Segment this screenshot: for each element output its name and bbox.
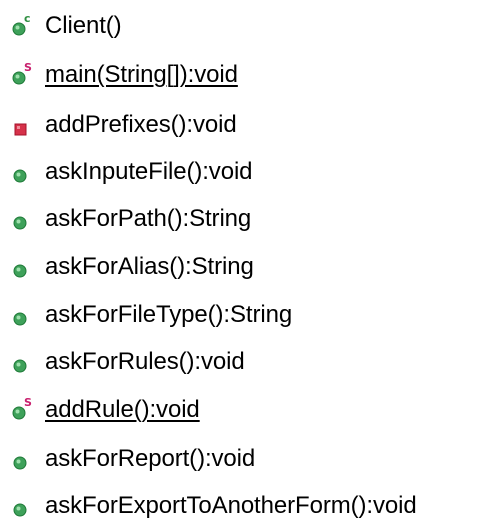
outline-item-addprefixes[interactable]: addPrefixes():void [0,105,495,145]
outline-item-label: askForReport():void [45,445,256,472]
public-method-icon [13,169,27,183]
outline-item-askinputefile[interactable]: askInputeFile():void [0,152,495,192]
outline-item-client-constructor[interactable]: c Client() [0,6,495,46]
static-badge: S [24,396,32,409]
outline-member-list: c Client() S main(String[]):void addPref… [0,0,495,524]
outline-item-label: askForFileType():String [45,301,293,328]
outline-item-askforexporttoanotherform[interactable]: askForExportToAnotherForm():void [0,486,495,526]
public-method-icon [13,359,27,373]
outline-item-label: askForPath():String [45,205,252,232]
outline-item-askforrules[interactable]: askForRules():void [0,342,495,382]
outline-item-label: addRule():void [45,396,200,423]
outline-item-label: main(String[]):void [45,61,238,88]
outline-item-label: askForRules():void [45,348,245,375]
outline-item-label: askForExportToAnotherForm():void [45,492,417,519]
public-method-icon [13,503,27,517]
outline-item-label: Client() [45,12,122,39]
static-badge: S [24,61,32,74]
outline-item-label: askInputeFile():void [45,158,253,185]
constructor-badge: c [24,12,31,25]
outline-item-label: addPrefixes():void [45,111,237,138]
outline-item-askforalias[interactable]: askForAlias():String [0,247,495,287]
outline-item-askforpath[interactable]: askForPath():String [0,199,495,239]
public-method-icon [13,216,27,230]
static-public-method-icon: S [12,396,32,420]
public-method-icon [13,456,27,470]
public-method-icon [13,264,27,278]
private-method-icon [14,123,27,136]
public-method-icon [13,312,27,326]
outline-item-addrule[interactable]: S addRule():void [0,390,495,430]
outline-item-askforfiletype[interactable]: askForFileType():String [0,295,495,335]
constructor-icon: c [12,12,31,36]
static-public-method-icon: S [12,61,32,85]
outline-item-askforreport[interactable]: askForReport():void [0,439,495,479]
outline-item-main[interactable]: S main(String[]):void [0,55,495,95]
outline-item-label: askForAlias():String [45,253,254,280]
